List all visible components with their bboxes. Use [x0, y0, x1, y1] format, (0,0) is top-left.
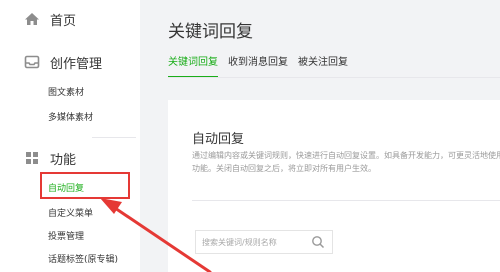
annotation-highlight-box: [40, 172, 130, 199]
nav-features-label: 功能: [50, 152, 77, 168]
inbox-icon: [24, 54, 40, 70]
magnifier-icon[interactable]: [310, 234, 326, 250]
tab-keyword-reply[interactable]: 关键词回复: [168, 56, 218, 78]
sidebar-item-vote[interactable]: 投票管理: [48, 229, 84, 242]
nav-creation[interactable]: 创作管理: [24, 52, 102, 72]
nav-home-label: 首页: [50, 13, 77, 29]
sidebar-item-custom-menu[interactable]: 自定义菜单: [48, 206, 93, 219]
nav-features[interactable]: 功能: [24, 148, 76, 168]
tabs-divider: [168, 77, 500, 78]
sidebar-item-topic-tags[interactable]: 话题标签(原专辑): [48, 252, 118, 265]
nav-home[interactable]: 首页: [24, 9, 76, 29]
tab-follow-reply[interactable]: 被关注回复: [298, 56, 348, 78]
sidebar: 首页 创作管理 图文素材 多媒体素材 功能 自动回复 自定义菜单 投票管理 话题…: [0, 0, 140, 272]
grid-icon: [24, 150, 40, 166]
tab-bar: 关键词回复 收到消息回复 被关注回复: [168, 56, 358, 78]
panel-description: 通过编辑内容或关键词规则，快速进行自动回复设置。如具备开发能力，可更灵活地使用该…: [192, 151, 500, 173]
sidebar-divider: [92, 137, 136, 138]
panel-title: 自动回复: [192, 132, 245, 147]
sidebar-item-media[interactable]: 多媒体素材: [48, 110, 93, 123]
content-panel: 自动回复 通过编辑内容或关键词规则，快速进行自动回复设置。如具备开发能力，可更灵…: [168, 100, 500, 272]
search-box[interactable]: [195, 230, 333, 254]
nav-creation-label: 创作管理: [50, 56, 103, 72]
home-icon: [24, 11, 40, 27]
tab-message-reply[interactable]: 收到消息回复: [228, 56, 288, 78]
page-title: 关键词回复: [168, 22, 253, 42]
sidebar-item-articles[interactable]: 图文素材: [48, 85, 84, 98]
search-input[interactable]: [196, 231, 310, 253]
panel-divider: [192, 200, 500, 201]
